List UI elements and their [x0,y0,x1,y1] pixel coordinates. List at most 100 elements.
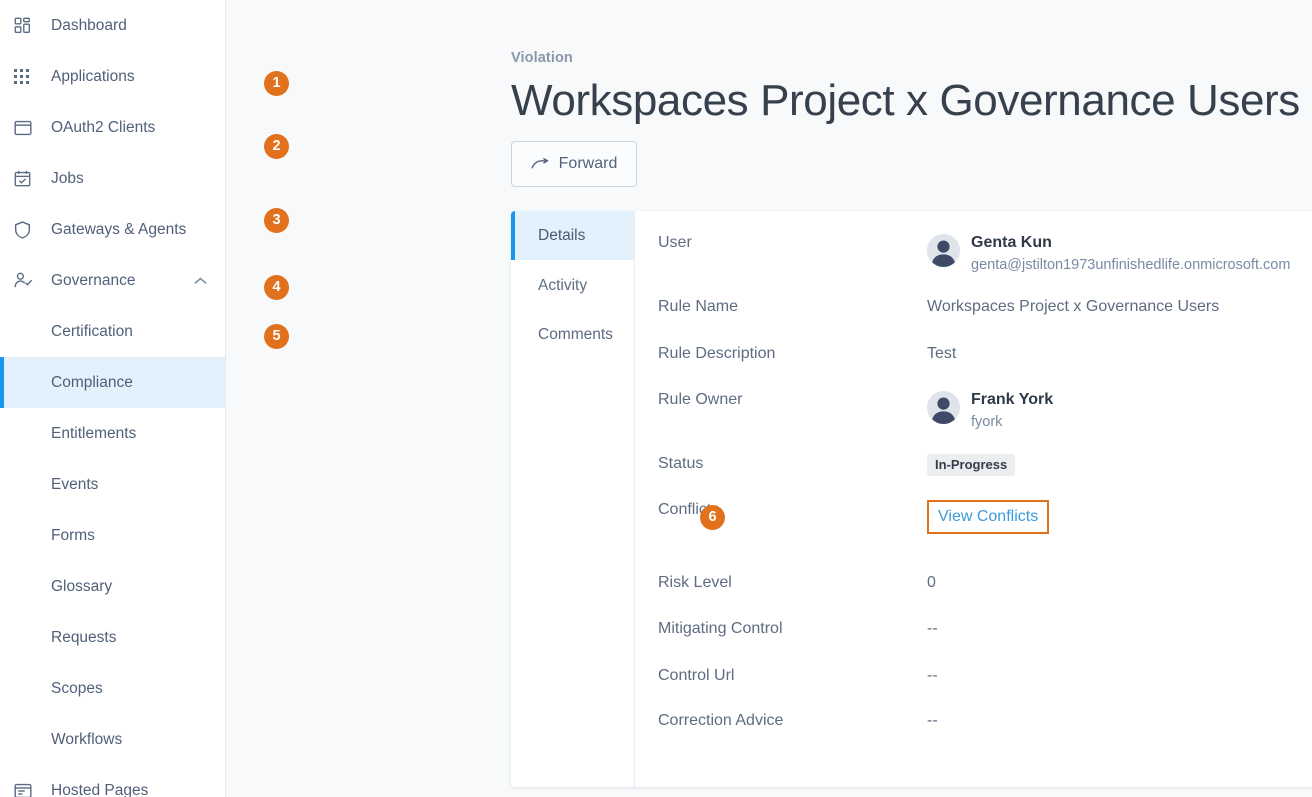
detail-label-status: Status [658,455,704,472]
details-panel: User Genta Kun genta@jstilton1973unfinis… [635,211,1312,787]
sidebar: Dashboard Applications OAuth2 Clients Jo… [0,0,226,797]
detail-row-status: Status In-Progress [635,454,1312,500]
sidebar-item-label: Requests [51,628,117,646]
avatar [927,234,960,267]
detail-value-rule-description: Test [927,345,957,362]
sidebar-item-glossary[interactable]: Glossary [0,561,225,612]
sidebar-item-label: Forms [51,526,95,544]
status-badge: In-Progress [927,454,1016,477]
sidebar-item-label: Scopes [51,679,103,697]
sidebar-item-certification[interactable]: Certification [0,306,225,357]
sidebar-item-label: Hosted Pages [51,781,149,797]
sidebar-item-label: Events [51,475,99,493]
sidebar-item-workflows[interactable]: Workflows [0,714,225,765]
detail-row-mitigating-control: Mitigating Control -- [635,619,1312,666]
detail-row-rule-description: Rule Description Test [635,344,1312,390]
tab-label: Comments [538,325,613,343]
annotation-badge-5: 5 [264,324,289,349]
tab-details[interactable]: Details [511,211,634,260]
tab-comments[interactable]: Comments [511,310,634,359]
detail-row-user: User Genta Kun genta@jstilton1973unfinis… [635,233,1312,297]
detail-value-rule-owner: Frank York fyork [927,390,1312,431]
sidebar-item-events[interactable]: Events [0,459,225,510]
dashboard-icon [14,15,40,37]
main-content: Violation Workspaces Project x Governanc… [226,0,1312,797]
detail-label-rule-name: Rule Name [658,298,739,315]
sidebar-item-label: Gateways & Agents [51,220,187,238]
detail-label-correction-advice: Correction Advice [658,712,784,729]
sidebar-item-oauth2-clients[interactable]: OAuth2 Clients [0,102,225,153]
forward-button-label: Forward [558,155,618,172]
detail-label-rule-description: Rule Description [658,345,776,362]
user-person: Genta Kun genta@jstilton1973unfinishedli… [927,233,1312,274]
tab-label: Details [538,226,586,244]
annotation-badge-4: 4 [264,275,289,300]
sidebar-item-jobs[interactable]: Jobs [0,153,225,204]
detail-label-risk-level: Risk Level [658,574,732,591]
sidebar-item-dashboard[interactable]: Dashboard [0,0,225,51]
sidebar-item-label: Jobs [51,169,84,187]
sidebar-item-applications[interactable]: Applications [0,51,225,102]
calendar-check-icon [14,168,40,190]
avatar [927,391,960,424]
detail-row-control-url: Control Url -- [635,666,1312,711]
detail-row-conflicts: Conflicts View Conflicts [635,500,1312,573]
apps-grid-icon [14,66,40,88]
detail-label-control-url: Control Url [658,667,735,684]
detail-label-conflicts: Conflicts [658,501,720,518]
owner-username: fyork [971,414,1003,431]
sidebar-item-forms[interactable]: Forms [0,510,225,561]
tab-label: Activity [538,276,588,294]
sidebar-item-label: Workflows [51,730,123,748]
sidebar-item-label: Entitlements [51,424,137,442]
violation-panel: Details Activity Comments User Genta Kun… [511,211,1312,787]
tab-list: Details Activity Comments [511,211,635,787]
user-email: genta@jstilton1973unfinishedlife.onmicro… [971,257,1291,274]
annotation-badge-6: 6 [700,505,725,530]
detail-value-control-url: -- [927,667,938,684]
annotation-badge-3: 3 [264,208,289,233]
detail-row-correction-advice: Correction Advice -- [635,711,1312,758]
app-root: Dashboard Applications OAuth2 Clients Jo… [0,0,1312,797]
sidebar-item-label: Governance [51,271,136,289]
sidebar-item-label: Certification [51,322,133,340]
breadcrumb: Violation [511,50,573,66]
detail-label-user: User [658,234,692,251]
detail-row-rule-name: Rule Name Workspaces Project x Governanc… [635,297,1312,344]
page-title: Workspaces Project x Governance Users [511,76,1300,125]
detail-value-mitigating-control: -- [927,620,938,637]
detail-value-correction-advice: -- [927,712,938,729]
tab-activity[interactable]: Activity [511,261,634,310]
sidebar-item-label: OAuth2 Clients [51,118,156,136]
window-icon [14,117,40,139]
detail-value-user: Genta Kun genta@jstilton1973unfinishedli… [927,233,1312,274]
sidebar-item-requests[interactable]: Requests [0,612,225,663]
detail-row-risk-level: Risk Level 0 [635,573,1312,619]
user-name: Genta Kun [971,234,1052,251]
sidebar-item-compliance[interactable]: Compliance [0,357,225,408]
sidebar-item-label: Glossary [51,577,113,595]
owner-name: Frank York [971,391,1054,408]
sidebar-item-hosted-pages[interactable]: Hosted Pages [0,765,225,797]
sidebar-item-governance[interactable]: Governance [0,255,225,306]
detail-label-mitigating-control: Mitigating Control [658,620,783,637]
owner-person: Frank York fyork [927,390,1312,431]
chevron-up-icon[interactable] [194,276,207,285]
sidebar-item-label: Applications [51,67,135,85]
sidebar-item-scopes[interactable]: Scopes [0,663,225,714]
detail-value-rule-name: Workspaces Project x Governance Users [927,298,1220,315]
detail-label-rule-owner: Rule Owner [658,391,743,408]
annotation-badge-2: 2 [264,134,289,159]
sidebar-item-entitlements[interactable]: Entitlements [0,408,225,459]
sidebar-item-gateways-agents[interactable]: Gateways & Agents [0,204,225,255]
detail-row-rule-owner: Rule Owner Frank York fyork [635,390,1312,454]
sidebar-item-label: Compliance [51,373,133,391]
detail-value-conflicts: View Conflicts [927,500,1312,535]
view-conflicts-link[interactable]: View Conflicts [938,508,1038,525]
annotation-badge-1: 1 [264,71,289,96]
user-check-icon [14,270,40,292]
forward-arrow-icon [531,157,550,171]
forward-button[interactable]: Forward [511,141,637,187]
sidebar-item-label: Dashboard [51,16,127,34]
detail-value-status: In-Progress [927,454,1312,477]
